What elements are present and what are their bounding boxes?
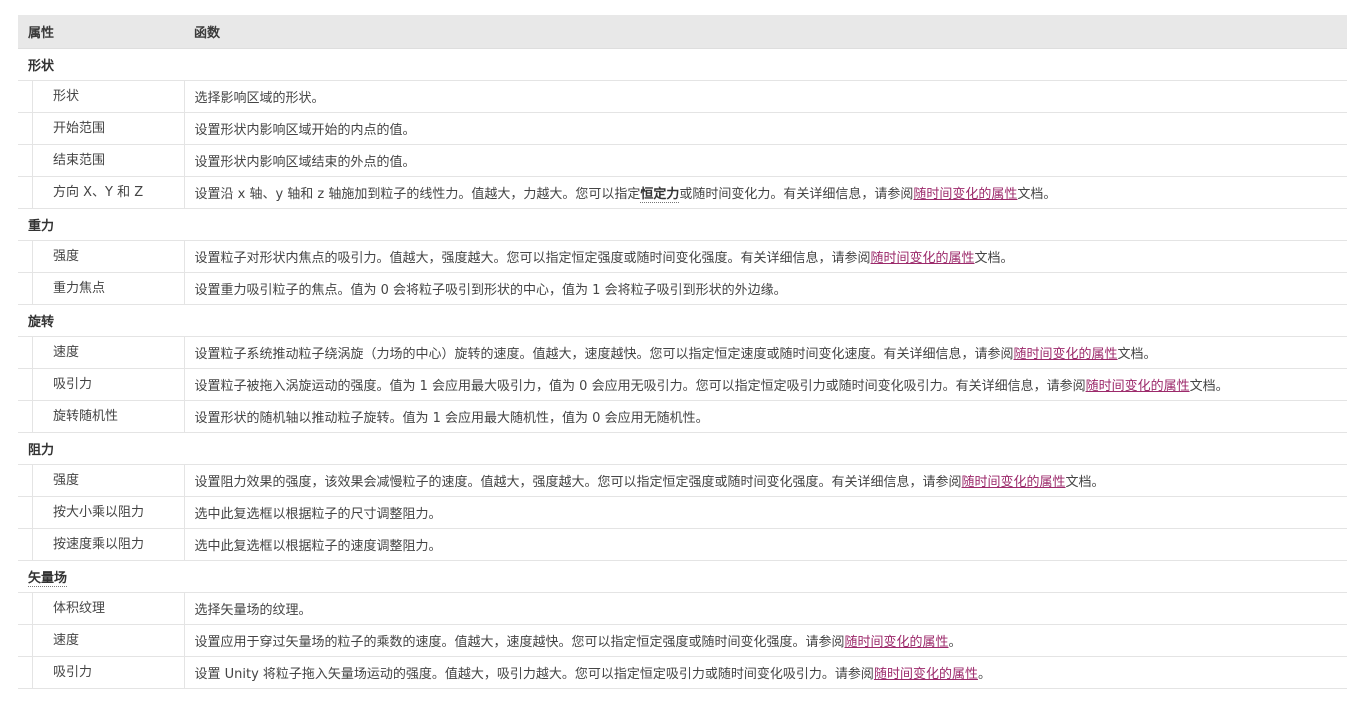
section-title: 旋转 (18, 304, 1347, 337)
property-description: 设置 Unity 将粒子拖入矢量场运动的强度。值越大，吸引力越大。您可以指定恒定… (184, 656, 1347, 689)
over-time-properties-link[interactable]: 随时间变化的属性 (845, 635, 949, 650)
section-row: 矢量场 (18, 560, 1347, 593)
over-time-properties-link[interactable]: 随时间变化的属性 (1014, 347, 1118, 362)
section-title: 形状 (18, 48, 1347, 81)
table-row: 速度 设置粒子系统推动粒子绕涡旋（力场的中心）旋转的速度。值越大，速度越快。您可… (18, 336, 1347, 369)
table-row: 形状 选择影响区域的形状。 (18, 80, 1347, 113)
property-name: 开始范围 (32, 113, 184, 144)
property-description: 选中此复选框以根据粒子的速度调整阻力。 (184, 528, 1347, 561)
section-title: 重力 (18, 208, 1347, 241)
table-row: 速度 设置应用于穿过矢量场的粒子的乘数的速度。值越大，速度越快。您可以指定恒定强… (18, 624, 1347, 657)
property-name: 速度 (32, 625, 184, 656)
property-description: 设置沿 x 轴、y 轴和 z 轴施加到粒子的线性力。值越大，力越大。您可以指定恒… (184, 176, 1347, 209)
property-description: 选择影响区域的形状。 (184, 80, 1347, 113)
section-title: 阻力 (18, 432, 1347, 465)
section-title-tooltip[interactable]: 矢量场 (28, 571, 68, 587)
property-name: 方向 X、Y 和 Z (32, 177, 184, 208)
property-description: 设置粒子系统推动粒子绕涡旋（力场的中心）旋转的速度。值越大，速度越快。您可以指定… (184, 336, 1347, 369)
property-description: 选中此复选框以根据粒子的尺寸调整阻力。 (184, 496, 1347, 529)
section-row: 旋转 (18, 304, 1347, 337)
table-row: 方向 X、Y 和 Z 设置沿 x 轴、y 轴和 z 轴施加到粒子的线性力。值越大… (18, 176, 1347, 209)
header-function: 函数 (184, 15, 1347, 49)
section-row: 重力 (18, 208, 1347, 241)
property-name: 按速度乘以阻力 (32, 529, 184, 560)
over-time-properties-link[interactable]: 随时间变化的属性 (874, 667, 978, 682)
property-description: 设置重力吸引粒子的焦点。值为 0 会将粒子吸引到形状的中心，值为 1 会将粒子吸… (184, 272, 1347, 305)
table-row: 旋转随机性 设置形状的随机轴以推动粒子旋转。值为 1 会应用最大随机性，值为 0… (18, 400, 1347, 433)
over-time-properties-link[interactable]: 随时间变化的属性 (1086, 379, 1190, 394)
property-name: 结束范围 (32, 145, 184, 176)
property-name: 按大小乘以阻力 (32, 497, 184, 528)
section-row: 形状 (18, 48, 1347, 81)
glossary-term-tooltip[interactable]: 恒定力 (640, 187, 680, 203)
property-name: 吸引力 (32, 657, 184, 688)
table-row: 强度 设置阻力效果的强度，该效果会减慢粒子的速度。值越大，强度越大。您可以指定恒… (18, 464, 1347, 497)
table-row: 体积纹理 选择矢量场的纹理。 (18, 592, 1347, 625)
property-name: 体积纹理 (32, 593, 184, 624)
property-description: 设置形状内影响区域开始的内点的值。 (184, 112, 1347, 145)
properties-table: 属性 函数 形状 形状 选择影响区域的形状。 开始范围 设置形状内影响区域开始的… (18, 15, 1347, 689)
property-description: 设置粒子对形状内焦点的吸引力。值越大，强度越大。您可以指定恒定强度或随时间变化强… (184, 240, 1347, 273)
property-name: 旋转随机性 (32, 401, 184, 432)
table-row: 开始范围 设置形状内影响区域开始的内点的值。 (18, 112, 1347, 145)
table-row: 强度 设置粒子对形状内焦点的吸引力。值越大，强度越大。您可以指定恒定强度或随时间… (18, 240, 1347, 273)
property-name: 吸引力 (32, 369, 184, 400)
property-name: 强度 (32, 465, 184, 496)
table-row: 吸引力 设置粒子被拖入涡旋运动的强度。值为 1 会应用最大吸引力，值为 0 会应… (18, 368, 1347, 401)
property-description: 设置粒子被拖入涡旋运动的强度。值为 1 会应用最大吸引力，值为 0 会应用无吸引… (184, 368, 1347, 401)
table-row: 重力焦点 设置重力吸引粒子的焦点。值为 0 会将粒子吸引到形状的中心，值为 1 … (18, 272, 1347, 305)
header-property: 属性 (18, 15, 184, 49)
property-description: 设置应用于穿过矢量场的粒子的乘数的速度。值越大，速度越快。您可以指定恒定强度或随… (184, 624, 1347, 657)
property-name: 速度 (32, 337, 184, 368)
over-time-properties-link[interactable]: 随时间变化的属性 (913, 187, 1017, 202)
over-time-properties-link[interactable]: 随时间变化的属性 (871, 251, 975, 266)
property-name: 强度 (32, 241, 184, 272)
table-row: 结束范围 设置形状内影响区域结束的外点的值。 (18, 144, 1347, 177)
table-row: 按大小乘以阻力 选中此复选框以根据粒子的尺寸调整阻力。 (18, 496, 1347, 529)
property-description: 设置阻力效果的强度，该效果会减慢粒子的速度。值越大，强度越大。您可以指定恒定强度… (184, 464, 1347, 497)
table-row: 吸引力 设置 Unity 将粒子拖入矢量场运动的强度。值越大，吸引力越大。您可以… (18, 656, 1347, 689)
properties-table-container: 属性 函数 形状 形状 选择影响区域的形状。 开始范围 设置形状内影响区域开始的… (18, 15, 1347, 689)
table-header-row: 属性 函数 (18, 15, 1347, 49)
property-name: 形状 (32, 81, 184, 112)
over-time-properties-link[interactable]: 随时间变化的属性 (962, 475, 1066, 490)
property-name: 重力焦点 (32, 273, 184, 304)
property-description: 选择矢量场的纹理。 (184, 592, 1347, 625)
table-row: 按速度乘以阻力 选中此复选框以根据粒子的速度调整阻力。 (18, 528, 1347, 561)
section-row: 阻力 (18, 432, 1347, 465)
property-description: 设置形状内影响区域结束的外点的值。 (184, 144, 1347, 177)
property-description: 设置形状的随机轴以推动粒子旋转。值为 1 会应用最大随机性，值为 0 会应用无随… (184, 400, 1347, 433)
